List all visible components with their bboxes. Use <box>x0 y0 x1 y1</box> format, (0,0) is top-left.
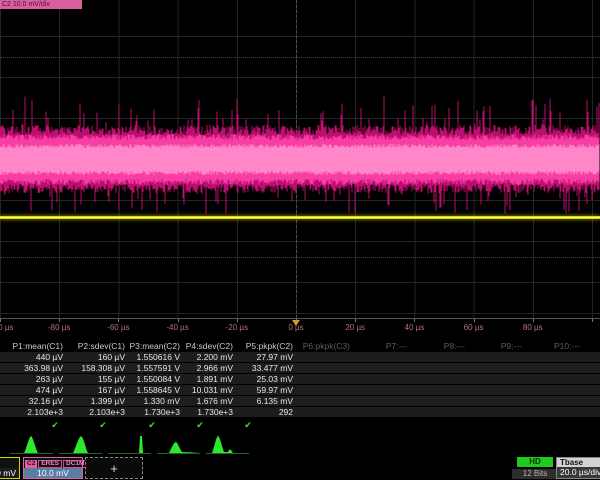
param-value: 6.135 mV <box>257 396 293 406</box>
param-value: 155 µV <box>98 374 125 384</box>
param-status-check: ✔ <box>99 421 107 430</box>
param-status-check: ✔ <box>196 421 204 430</box>
param-value: 25.03 mV <box>257 374 293 384</box>
param-value: 1.730e+3 <box>197 407 233 417</box>
param-value: 10.031 mV <box>192 385 233 395</box>
waveform-grid[interactable]: C2 10.0 mV/div <box>0 0 600 318</box>
axis-tick-label: 20 µs <box>345 323 365 332</box>
timebase-value: 20.0 µs/div <box>557 467 600 478</box>
histicon-p1[interactable] <box>8 434 55 455</box>
axis-tick-label: 60 µs <box>464 323 484 332</box>
axis-tick <box>118 319 119 322</box>
axis-tick-label: -100 µs <box>0 323 13 332</box>
param-value: 2.966 mV <box>197 363 233 373</box>
descriptor-bar: C1 DC1M 50.0 mV C2 ERES DC1M 10.0 mV + H… <box>0 456 600 480</box>
axis-tick-label: -40 µs <box>166 323 188 332</box>
axis-tick-label: -80 µs <box>48 323 70 332</box>
axis-tick <box>59 319 60 322</box>
c2-channel-chip: C2 <box>25 460 37 468</box>
measurement-table: P1:mean(C1)440 µV363.98 µV263 µV474 µV32… <box>0 340 600 432</box>
param-value: 32.16 µV <box>29 396 63 406</box>
histicon-p3[interactable] <box>106 434 153 455</box>
param-header-p10[interactable]: P10:--- <box>554 341 580 351</box>
time-axis[interactable]: -100 µs-80 µs-60 µs-40 µs-20 µs0 µs20 µs… <box>0 318 600 336</box>
param-status-check: ✔ <box>244 421 252 430</box>
param-header-p7[interactable]: P7:--- <box>386 341 407 351</box>
param-value: 263 µV <box>36 374 63 384</box>
param-value: 292 <box>279 407 293 417</box>
axis-tick <box>414 319 415 322</box>
oscilloscope-screen: C2 10.0 mV/div -100 µs -80 µs -60 µs -40 µs… <box>0 0 600 480</box>
param-value: 2.103e+3 <box>89 407 125 417</box>
c2-trace-label-badge: C2 10.0 mV/div <box>0 0 82 9</box>
param-value: 1.730e+3 <box>144 407 180 417</box>
param-value: 1.676 mV <box>197 396 233 406</box>
param-value: 474 µV <box>36 385 63 395</box>
histicons <box>0 434 600 456</box>
param-value: 363.98 µV <box>24 363 63 373</box>
param-header-p4[interactable]: P4:sdev(C2) <box>186 341 233 351</box>
param-value: 59.97 mV <box>257 385 293 395</box>
param-value: 33.477 mV <box>252 363 293 373</box>
axis-tick <box>0 319 1 322</box>
param-header-p9[interactable]: P9:--- <box>501 341 522 351</box>
param-status-check: ✔ <box>148 421 156 430</box>
param-value: 1.891 mV <box>197 374 233 384</box>
axis-tick <box>355 319 356 322</box>
param-value: 440 µV <box>36 352 63 362</box>
param-header-p8[interactable]: P8:--- <box>444 341 465 351</box>
c2-trace[interactable] <box>0 0 600 318</box>
axis-tick-label: -20 µs <box>226 323 248 332</box>
param-header-p3[interactable]: P3:mean(C2) <box>129 341 180 351</box>
param-value: 1.330 mV <box>144 396 180 406</box>
param-value: 1.557591 V <box>137 363 180 373</box>
axis-tick-label: 80 µs <box>523 323 543 332</box>
c1-trace[interactable] <box>0 216 600 219</box>
table-row-stripe <box>0 374 600 384</box>
histicon-p4[interactable] <box>155 434 202 455</box>
param-value: 167 µV <box>98 385 125 395</box>
param-value: 1.558645 V <box>137 385 180 395</box>
param-value: 1.399 µV <box>91 396 125 406</box>
param-header-p6[interactable]: P6:pkpk(C3) <box>303 341 350 351</box>
axis-tick <box>592 319 593 322</box>
table-row-stripe <box>0 352 600 362</box>
add-trace-button[interactable]: + <box>85 457 143 479</box>
table-row-stripe <box>0 385 600 395</box>
param-header-p1[interactable]: P1:mean(C1) <box>12 341 63 351</box>
hd-mode-badge: HD <box>517 457 553 467</box>
c2-scale-value: 10.0 mV <box>24 468 82 478</box>
param-value: 1.550084 V <box>137 374 180 384</box>
param-value: 1.550616 V <box>137 352 180 362</box>
param-header-p5[interactable]: P5:pkpk(C2) <box>246 341 293 351</box>
param-value: 160 µV <box>98 352 125 362</box>
c2-eres-chip: ERES <box>38 460 62 468</box>
param-header-p2[interactable]: P2:sdev(C1) <box>78 341 125 351</box>
param-value: 2.200 mV <box>197 352 233 362</box>
histicon-p2[interactable] <box>57 434 104 455</box>
axis-tick-label: 40 µs <box>405 323 425 332</box>
timebase-descriptor-box[interactable]: Tbase 20.0 µs/div <box>556 457 600 479</box>
timebase-title: Tbase <box>557 458 600 467</box>
c1-descriptor-box[interactable]: C1 DC1M 50.0 mV <box>0 457 20 479</box>
c1-scale-value: 50.0 mV <box>0 468 19 478</box>
axis-tick-label: -60 µs <box>107 323 129 332</box>
c2-coupling-chip: DC1M <box>63 460 87 468</box>
c2-descriptor-box[interactable]: C2 ERES DC1M 10.0 mV <box>23 457 83 479</box>
hd-bits-label: 12 Bits <box>512 469 558 479</box>
histicon-p5[interactable] <box>204 434 251 455</box>
trigger-position-marker[interactable] <box>292 320 300 326</box>
axis-tick <box>237 319 238 322</box>
param-value: 2.103e+3 <box>27 407 63 417</box>
axis-tick <box>178 319 179 322</box>
axis-tick <box>533 319 534 322</box>
param-value: 158.308 µV <box>81 363 125 373</box>
param-value: 27.97 mV <box>257 352 293 362</box>
axis-tick <box>474 319 475 322</box>
param-status-check: ✔ <box>51 421 59 430</box>
